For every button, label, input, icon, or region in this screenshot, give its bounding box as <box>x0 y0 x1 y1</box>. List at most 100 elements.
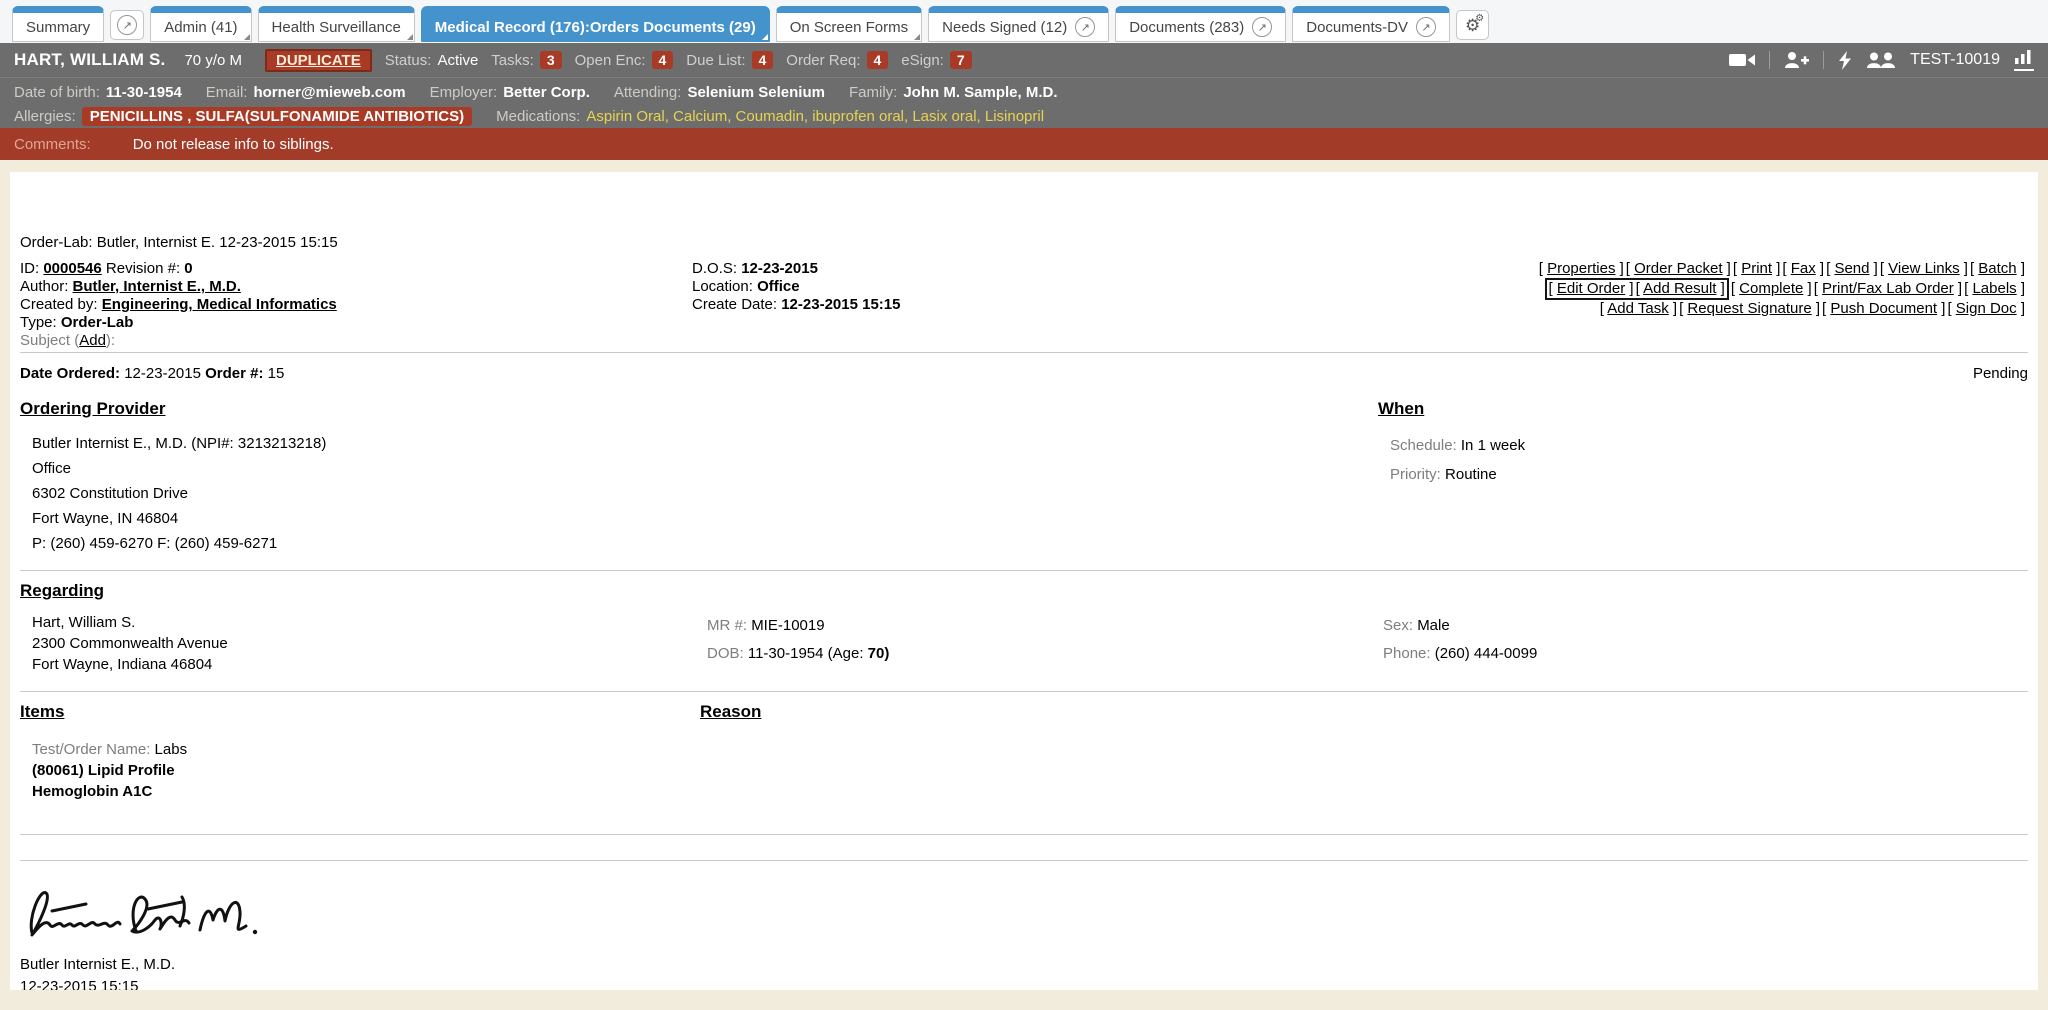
revision-label: Revision #: <box>106 260 180 277</box>
tab-label: Summary <box>26 19 90 36</box>
ordering-provider-column: Ordering Provider Butler Internist E., M… <box>20 399 1378 556</box>
dropdown-corner-icon <box>914 34 920 40</box>
people-icon[interactable] <box>1866 52 1896 69</box>
dropdown-corner-icon <box>244 34 250 40</box>
tab-label: Medical Record (176):Orders Documents (2… <box>435 19 756 36</box>
test-order-name-value: Labs <box>155 741 188 758</box>
esign-count-badge[interactable]: 7 <box>950 51 972 69</box>
open-enc-count-badge[interactable]: 4 <box>652 51 674 69</box>
tab-documents-dv[interactable]: Documents-DV ↗ <box>1292 6 1450 42</box>
chart-icon[interactable] <box>2014 49 2034 71</box>
tasks-count-badge[interactable]: 3 <box>540 51 562 69</box>
author-link[interactable]: Butler, Internist E., M.D. <box>73 278 241 295</box>
subject-label: Subject <box>20 332 70 349</box>
popout-icon[interactable]: ↗ <box>1416 17 1436 37</box>
dos-value: 12-23-2015 <box>741 260 818 277</box>
edit-order-link[interactable]: Edit Order <box>1557 280 1625 297</box>
tab-health-surveillance[interactable]: Health Surveillance <box>258 6 415 42</box>
patient-header-bar: HART, WILLIAM S. 70 y/o M DUPLICATE Stat… <box>0 43 2048 78</box>
batch-link[interactable]: Batch <box>1978 260 2016 277</box>
created-by-label: Created by: <box>20 296 98 313</box>
regarding-section: Hart, William S. 2300 Commonwealth Avenu… <box>20 612 2028 675</box>
fax-link[interactable]: Fax <box>1791 260 1816 277</box>
demographics-row-2: Allergies: PENICILLINS , SULFA(SULFONAMI… <box>14 104 2034 128</box>
tab-documents[interactable]: Documents (283) ↗ <box>1115 6 1286 42</box>
document-actions: Properties Order Packet Print Fax Send View L… <box>1538 260 2026 318</box>
family-value: John M. Sample, M.D. <box>903 84 1057 101</box>
signature-block: Butler Internist E., M.D. 12-23-2015 15:… <box>20 875 2028 990</box>
print-link[interactable]: Print <box>1741 260 1772 277</box>
tab-on-screen-forms[interactable]: On Screen Forms <box>776 6 922 42</box>
medications-value[interactable]: Aspirin Oral, Calcium, Coumadin, ibuprof… <box>586 108 1044 125</box>
tab-settings-button[interactable]: ⚙ ⚙ <box>1456 10 1489 40</box>
properties-link[interactable]: Properties <box>1547 260 1615 277</box>
tab-summary[interactable]: Summary <box>12 6 104 42</box>
video-camera-icon[interactable] <box>1729 52 1755 68</box>
order-packet-link[interactable]: Order Packet <box>1634 260 1722 277</box>
schedule-label: Schedule: <box>1390 437 1457 454</box>
tab-admin[interactable]: Admin (41) <box>150 6 251 42</box>
order-req-count-badge[interactable]: 4 <box>867 51 889 69</box>
push-document-link[interactable]: Push Document <box>1830 300 1937 317</box>
items-column: Items Test/Order Name: Labs (80061) Lipi… <box>20 702 700 802</box>
order-req-label: Order Req: <box>786 52 860 69</box>
divider <box>20 691 2028 692</box>
mr-label: MR #: <box>707 617 747 634</box>
print-fax-lab-order-link[interactable]: Print/Fax Lab Order <box>1822 280 1954 297</box>
status-label: Status: <box>385 52 432 69</box>
popout-icon[interactable]: ↗ <box>1075 17 1095 37</box>
tab-label: Documents (283) <box>1129 19 1244 36</box>
summary-popout-button[interactable]: ↗ <box>110 10 144 40</box>
document-id-link[interactable]: 0000546 <box>43 260 101 277</box>
reason-column: Reason <box>700 702 2028 802</box>
employer-label: Employer: <box>430 84 498 101</box>
dos-label: D.O.S: <box>692 260 737 277</box>
status-value: Active <box>437 52 478 69</box>
add-result-link[interactable]: Add Result <box>1643 280 1716 297</box>
patient-name: HART, WILLIAM S. <box>14 50 165 70</box>
provider-when-section: Ordering Provider Butler Internist E., M… <box>20 399 2028 556</box>
type-label: Type: <box>20 314 57 331</box>
due-list-count-badge[interactable]: 4 <box>752 51 774 69</box>
order-number-value: 15 <box>268 365 285 382</box>
priority-label: Priority: <box>1390 466 1441 483</box>
divider <box>20 352 2028 353</box>
email-value: horner@mieweb.com <box>253 84 405 101</box>
revision-value: 0 <box>184 260 192 277</box>
regarding-mr-dob: MR #: MIE-10019 DOB: 11-30-1954 (Age: 70… <box>695 612 1371 675</box>
provider-phones: P: (260) 459-6270 F: (260) 459-6271 <box>32 531 1378 556</box>
complete-link[interactable]: Complete <box>1739 280 1803 297</box>
tab-medical-record-orders-documents[interactable]: Medical Record (176):Orders Documents (2… <box>421 6 770 42</box>
actions-row-1: Properties Order Packet Print Fax Send View L… <box>1538 260 2026 278</box>
phone-value: (260) 444-0099 <box>1435 645 1538 662</box>
header-middle-column: D.O.S: 12-23-2015 Location: Office Creat… <box>692 260 900 314</box>
patient-age-sex: 70 y/o M <box>184 52 242 69</box>
regarding-address2: Fort Wayne, Indiana 46804 <box>32 654 695 675</box>
send-link[interactable]: Send <box>1834 260 1869 277</box>
priority-value: Routine <box>1445 466 1497 483</box>
duplicate-flag[interactable]: DUPLICATE <box>265 49 372 72</box>
comments-bar: Comments: Do not release info to sibling… <box>0 128 2048 160</box>
popout-icon: ↗ <box>117 15 137 35</box>
regarding-heading: Regarding <box>20 581 2028 601</box>
document-title: Order-Lab: Butler, Internist E. 12-23-20… <box>20 172 2028 251</box>
request-signature-link[interactable]: Request Signature <box>1687 300 1811 317</box>
tasks-label: Tasks: <box>491 52 534 69</box>
system-id: TEST-10019 <box>1910 51 2000 69</box>
tab-needs-signed[interactable]: Needs Signed (12) ↗ <box>928 6 1109 42</box>
popout-icon[interactable]: ↗ <box>1252 17 1272 37</box>
when-heading: When <box>1378 399 2028 419</box>
dropdown-corner-icon <box>407 34 413 40</box>
view-links-link[interactable]: View Links <box>1888 260 1959 277</box>
add-person-icon[interactable] <box>1784 51 1809 69</box>
location-value: Office <box>757 278 800 295</box>
sign-doc-link[interactable]: Sign Doc <box>1956 300 2017 317</box>
allergies-value[interactable]: PENICILLINS , SULFA(SULFONAMIDE ANTIBIOT… <box>82 107 472 126</box>
lightning-icon[interactable] <box>1838 51 1852 70</box>
medications-label: Medications: <box>496 108 580 125</box>
labels-link[interactable]: Labels <box>1972 280 2016 297</box>
created-by-link[interactable]: Engineering, Medical Informatics <box>102 296 337 313</box>
add-task-link[interactable]: Add Task <box>1607 300 1668 317</box>
subject-add-link[interactable]: Add <box>79 332 106 349</box>
allergies-label: Allergies: <box>14 108 76 125</box>
